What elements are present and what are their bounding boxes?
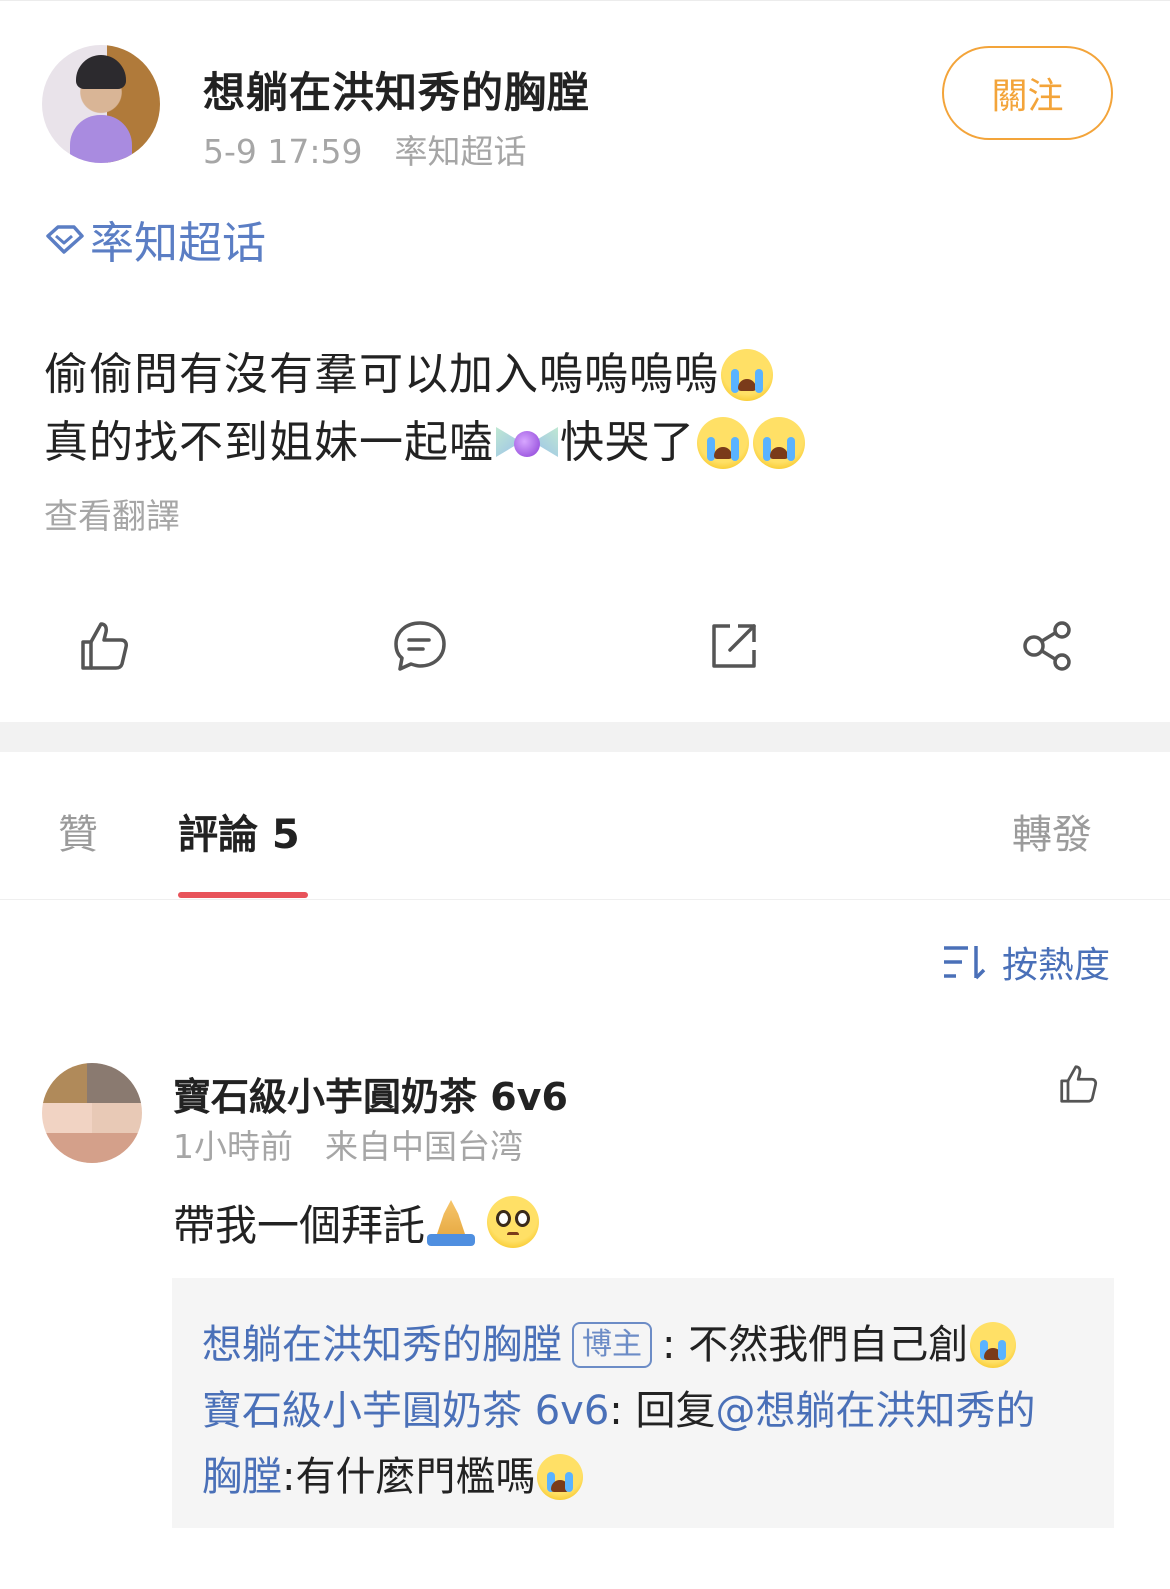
loudly-crying-face-icon	[537, 1454, 584, 1500]
post-text-line2b: 快哭了	[560, 417, 695, 468]
post-source[interactable]: 率知超话	[395, 132, 527, 171]
reply-author[interactable]: 想躺在洪知秀的胸膛	[202, 1312, 562, 1378]
thumbs-up-icon	[81, 622, 128, 670]
reply-separator: : 回复	[609, 1388, 716, 1434]
active-tab-indicator	[178, 892, 308, 898]
reply-text: : 不然我們自己創	[662, 1322, 969, 1368]
post-text-line2a: 真的找不到姐妹一起嗑	[44, 417, 494, 468]
loudly-crying-face-icon	[970, 1322, 1017, 1368]
tab-comments[interactable]: 評論 5	[178, 802, 300, 860]
comment-button[interactable]	[385, 611, 455, 681]
repost-button[interactable]	[699, 611, 769, 681]
comment-time: 1小時前	[173, 1127, 293, 1166]
share-button[interactable]	[1013, 611, 1083, 681]
crying-face-icon	[721, 349, 773, 401]
section-divider	[0, 722, 1170, 752]
loudly-crying-face-icon	[697, 417, 749, 469]
commenter-avatar[interactable]	[42, 1063, 142, 1163]
comment-text: 帶我一個拜託	[173, 1192, 541, 1252]
post-card: 想躺在洪知秀的胸膛 5-9 17:59 率知超话 關注 率知超话 偷偷問有沒有羣可…	[0, 0, 1170, 722]
repost-icon	[712, 624, 756, 668]
post-time: 5-9 17:59	[203, 132, 363, 171]
topic-label: 率知超话	[90, 218, 266, 269]
reply-thread[interactable]: 想躺在洪知秀的胸膛 博主 : 不然我們自己創 寶石級小芋圓奶茶 6v6 : 回复…	[172, 1278, 1114, 1528]
post-text-line1: 偷偷問有沒有羣可以加入嗚嗚嗚嗚	[44, 349, 719, 400]
reply-row: 胸膛 :有什麼門檻嗎	[202, 1444, 1084, 1510]
like-button[interactable]	[70, 611, 140, 681]
reply-mention[interactable]: @想躺在洪知秀的	[716, 1378, 1036, 1444]
thumbs-up-icon	[1060, 1065, 1098, 1103]
loudly-crying-face-icon	[753, 417, 805, 469]
sort-icon	[943, 946, 986, 980]
tab-reposts[interactable]: 轉發	[1012, 802, 1092, 860]
comment-location: 来自中国台湾	[325, 1127, 523, 1166]
author-name[interactable]: 想躺在洪知秀的胸膛	[203, 59, 590, 120]
topic-link[interactable]: 率知超话	[44, 213, 266, 269]
post-content: 偷偷問有沒有羣可以加入嗚嗚嗚嗚 真的找不到姐妹一起嗑 快哭了	[44, 341, 807, 477]
author-avatar[interactable]	[42, 45, 160, 163]
interaction-tabs: 贊 評論 5 轉發	[0, 752, 1170, 900]
reply-mention-cont[interactable]: 胸膛	[202, 1444, 282, 1510]
comment-meta: 1小時前 来自中国台湾	[173, 1120, 523, 1168]
pleading-face-icon	[487, 1196, 540, 1248]
post-meta: 5-9 17:59 率知超话	[203, 125, 527, 173]
commenter-name[interactable]: 寶石級小芋圓奶茶 6v6	[173, 1066, 568, 1121]
share-icon	[1023, 621, 1071, 671]
author-badge: 博主	[572, 1322, 652, 1368]
reply-row: 想躺在洪知秀的胸膛 博主 : 不然我們自己創	[202, 1312, 1084, 1378]
sort-toggle[interactable]: 按熱度	[942, 936, 1110, 988]
reply-author[interactable]: 寶石級小芋圓奶茶 6v6	[202, 1378, 609, 1444]
comment-like-button[interactable]	[1046, 1058, 1112, 1110]
tab-likes[interactable]: 贊	[58, 802, 98, 860]
reply-row: 寶石級小芋圓奶茶 6v6 : 回复 @想躺在洪知秀的	[202, 1378, 1084, 1444]
folded-hands-icon	[425, 1196, 477, 1248]
post-action-bar	[0, 611, 1170, 681]
candy-icon	[496, 423, 558, 463]
follow-button[interactable]: 關注	[942, 46, 1113, 140]
comment-text-body: 帶我一個拜託	[173, 1200, 426, 1250]
diamond-icon	[46, 225, 84, 254]
reply-text: :有什麼門檻嗎	[282, 1454, 536, 1500]
translate-link[interactable]: 查看翻譯	[44, 489, 180, 538]
comment-icon	[394, 621, 446, 671]
sort-label: 按熱度	[1001, 945, 1110, 986]
